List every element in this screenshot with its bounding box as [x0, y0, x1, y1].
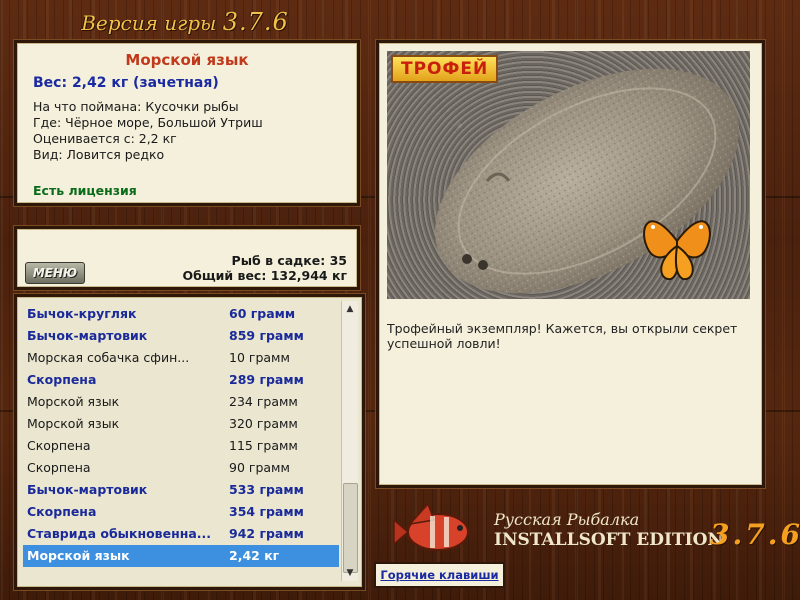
scroll-up-icon[interactable]: ▲ [342, 301, 358, 317]
scroll-thumb[interactable] [343, 483, 358, 573]
catch-list-item[interactable]: Скорпена 289 грамм [23, 369, 339, 391]
scroll-down-icon[interactable]: ▼ [342, 565, 358, 581]
catch-fish-weight: 234 грамм [229, 394, 298, 409]
cage-stats: Рыб в садке: 35 Общий вес: 132,944 кг [183, 253, 348, 283]
catch-fish-weight: 115 грамм [229, 438, 298, 453]
catch-fish-name: Морская собачка сфин... [27, 350, 190, 365]
fish-eye [462, 254, 472, 264]
catch-list-item[interactable]: Скорпена 115 грамм [23, 435, 339, 457]
hotkeys-button[interactable]: Горячие клавиши [374, 562, 505, 588]
title-prefix: Версия игры [81, 11, 217, 35]
total-weight: Общий вес: 132,944 кг [182, 268, 348, 283]
catch-fish-weight: 320 грамм [229, 416, 298, 431]
fish-eye [478, 260, 488, 270]
trophy-panel: ТРОФЕЙ Трофейный экземпляр! Кажется, вы … [376, 40, 765, 488]
catch-fish-name: Бычок-мартовик [27, 328, 148, 343]
catch-fish-name: Скорпена [27, 460, 91, 475]
catch-fish-name: Морской язык [27, 394, 120, 409]
catch-list-item[interactable]: Ставрида обыкновенна... 942 грамм [23, 523, 339, 545]
bait-line: На что поймана: Кусочки рыбы [33, 99, 239, 114]
catch-fish-name: Скорпена [27, 438, 91, 453]
rarity-line: Вид: Ловится редко [33, 147, 165, 162]
logo-edition: INSTALLSOFT EDITION [494, 530, 723, 550]
catch-list-item[interactable]: Морской язык 320 грамм [23, 413, 339, 435]
catch-fish-name: Бычок-мартовик [27, 482, 148, 497]
fish-details: На что поймана: Кусочки рыбы Где: Чёрное… [33, 99, 357, 163]
fish-name: Морской язык [125, 51, 249, 69]
catch-fish-weight: 90 грамм [229, 460, 290, 475]
catch-list-item[interactable]: Бычок-мартовик 859 грамм [23, 325, 339, 347]
catch-fish-name: Ставрида обыкновенна... [27, 526, 212, 541]
logo-version: 3.7.6 [710, 518, 800, 551]
scrollbar[interactable]: ▲ ▼ [341, 301, 358, 581]
catch-fish-weight: 859 грамм [229, 328, 304, 343]
catch-fish-weight: 289 грамм [229, 372, 304, 387]
fish-count: Рыб в садке: 35 [231, 253, 347, 268]
catch-fish-name: Скорпена [27, 372, 97, 387]
title-version: 3.7.6 [222, 8, 289, 36]
catch-fish-weight: 60 грамм [229, 306, 296, 321]
cage-summary-panel: МЕНЮ Рыб в садке: 35 Общий вес: 132,944 … [14, 226, 360, 290]
fish-photo: ТРОФЕЙ [387, 51, 750, 299]
location-line: Где: Чёрное море, Большой Утриш [33, 115, 263, 130]
catch-list-item[interactable]: Скорпена 354 грамм [23, 501, 339, 523]
catch-fish-weight: 942 грамм [229, 526, 304, 541]
fish-logo-icon [393, 502, 469, 551]
game-version-title: Версия игры 3.7.6 [0, 8, 370, 36]
catch-fish-name: Морской язык [27, 416, 120, 431]
catch-list-item[interactable]: Бычок-мартовик 533 грамм [23, 479, 339, 501]
catch-fish-weight: 533 грамм [229, 482, 304, 497]
catch-list-item[interactable]: Бычок-кругляк 60 грамм [23, 303, 339, 325]
sole-fish-image [435, 68, 739, 294]
menu-button[interactable]: МЕНЮ [25, 262, 85, 284]
catch-fish-name: Скорпена [27, 504, 97, 519]
trophy-caption: Трофейный экземпляр! Кажется, вы открыли… [387, 321, 738, 351]
fish-weight: Вес: 2,42 кг (зачетная) [33, 75, 219, 91]
catch-fish-weight: 354 грамм [229, 504, 304, 519]
threshold-line: Оценивается с: 2,2 кг [33, 131, 177, 146]
catch-list-item[interactable]: Морской язык 2,42 кг [23, 545, 339, 567]
license-status: Есть лицензия [33, 183, 137, 198]
catch-fish-name: Морской язык [27, 548, 130, 563]
trophy-badge: ТРОФЕЙ [391, 55, 499, 83]
catch-list-item[interactable]: Морская собачка сфин... 10 грамм [23, 347, 339, 369]
catch-list-item[interactable]: Скорпена 90 грамм [23, 457, 339, 479]
logo-title: Русская Рыбалка [494, 510, 640, 529]
catch-list-panel: Бычок-кругляк 60 грамм Бычок-мартовик 859 г… [14, 294, 365, 590]
catch-list-item[interactable]: Морской язык 234 грамм [23, 391, 339, 413]
catch-list: Бычок-кругляк 60 грамм Бычок-мартовик 859 г… [23, 303, 339, 567]
fish-info-panel: Морской язык Вес: 2,42 кг (зачетная) На … [14, 40, 360, 206]
catch-fish-name: Бычок-кругляк [27, 306, 137, 321]
catch-fish-weight: 10 грамм [229, 350, 290, 365]
catch-fish-weight: 2,42 кг [229, 548, 280, 563]
